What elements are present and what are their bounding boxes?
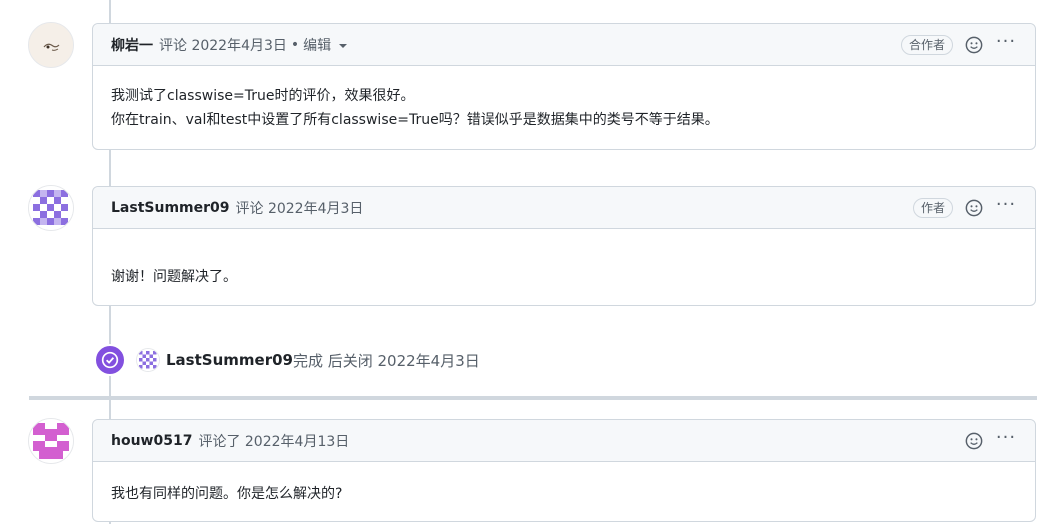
- role-badge: 作者: [912, 198, 953, 218]
- avatar-houw0517[interactable]: [28, 418, 74, 464]
- avatar-liuyan[interactable]: [28, 22, 74, 68]
- comment-line: 我也有同样的问题。你是怎么解决的?: [111, 486, 343, 502]
- comment-author[interactable]: 柳岩一: [111, 35, 153, 55]
- kebab-icon[interactable]: ···: [995, 31, 1017, 59]
- comment-line: 我测试了classwise=True时的评价，效果很好。: [111, 88, 415, 104]
- event-avatar[interactable]: [136, 348, 160, 372]
- comment-body: 我也有同样的问题。你是怎么解决的?: [93, 462, 1035, 522]
- comment-meta[interactable]: 评论 2022年4月3日: [159, 35, 287, 55]
- comment-author[interactable]: houw0517: [111, 433, 192, 449]
- smiley-icon[interactable]: [963, 430, 985, 452]
- smiley-icon[interactable]: [963, 197, 985, 219]
- smiley-icon[interactable]: [963, 34, 985, 56]
- identicon-icon: [137, 349, 159, 371]
- comment-header: 柳岩一 评论 2022年4月3日 • 编辑 合作者 ···: [93, 24, 1035, 66]
- identicon-icon: [29, 186, 73, 230]
- kebab-icon[interactable]: ···: [995, 194, 1017, 222]
- comment-1: 柳岩一 评论 2022年4月3日 • 编辑 合作者 ··· 我测试了classw…: [92, 23, 1036, 150]
- comment-3: houw0517 评论了 2022年4月13日 ··· 我也有同样的问题。你是怎…: [92, 419, 1036, 522]
- edit-history-button[interactable]: 编辑: [303, 35, 348, 55]
- edit-label: 编辑: [303, 37, 332, 54]
- comment-author[interactable]: LastSummer09: [111, 200, 230, 216]
- comment-header: LastSummer09 评论 2022年4月3日 作者 ···: [93, 187, 1035, 229]
- comment-meta[interactable]: 评论了 2022年4月13日: [198, 431, 349, 451]
- kebab-icon[interactable]: ···: [995, 427, 1017, 455]
- comment-body: 我测试了classwise=True时的评价，效果很好。 你在train、val…: [93, 66, 1035, 148]
- chevron-down-icon: [339, 43, 348, 48]
- event-author[interactable]: LastSummer09: [166, 351, 293, 369]
- check-circle-icon: [94, 344, 126, 376]
- closed-event: LastSummer09 完成 后关闭 2022年4月3日: [94, 344, 480, 376]
- comment-line: 你在train、val和test中设置了所有classwise=True吗？错误…: [111, 112, 719, 128]
- identicon-icon: [29, 419, 73, 463]
- avatar-lastsummer09[interactable]: [28, 185, 74, 231]
- comment-meta[interactable]: 评论 2022年4月3日: [236, 198, 364, 218]
- sketch-avatar-icon: [29, 23, 73, 67]
- comment-body: 谢谢！问题解决了。: [93, 229, 1035, 305]
- timeline-divider: [29, 396, 1037, 400]
- event-action: 完成 后关闭 2022年4月3日: [292, 351, 480, 370]
- separator-dot: •: [290, 36, 300, 53]
- comment-2: LastSummer09 评论 2022年4月3日 作者 ··· 谢谢！问题解决…: [92, 186, 1036, 306]
- role-badge: 合作者: [900, 35, 953, 55]
- comment-line: 谢谢！问题解决了。: [111, 269, 237, 285]
- comment-header: houw0517 评论了 2022年4月13日 ···: [93, 420, 1035, 462]
